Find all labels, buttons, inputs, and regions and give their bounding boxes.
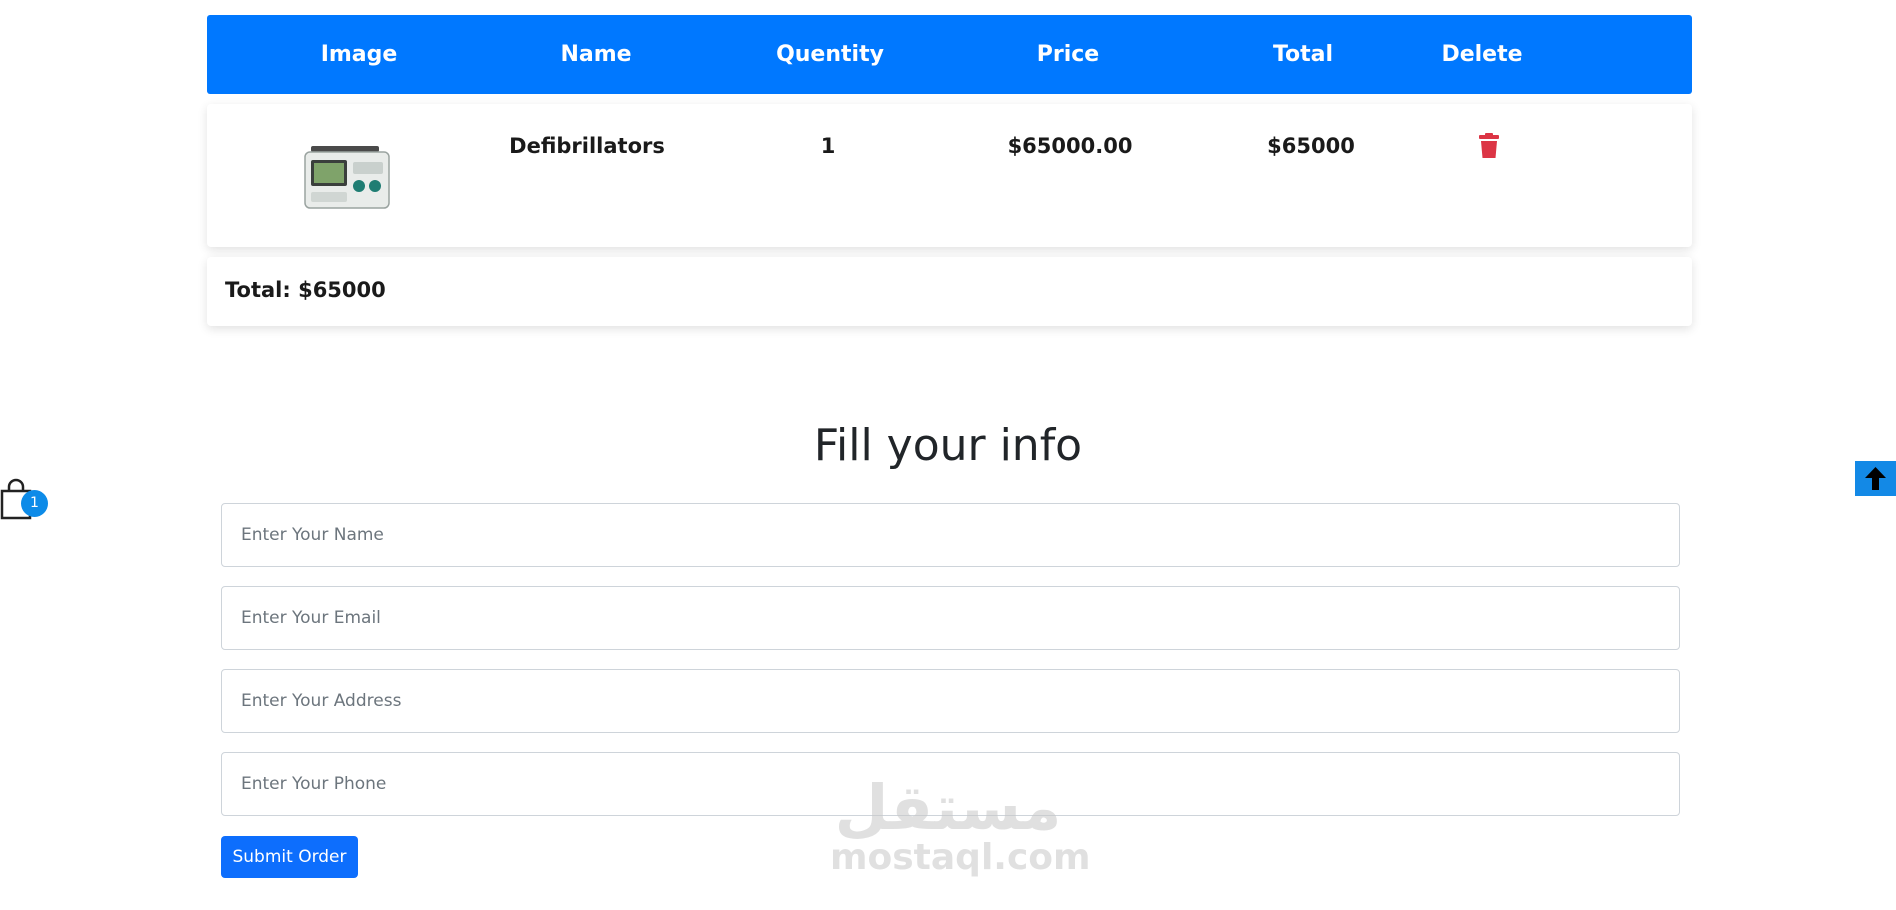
product-image [304,146,390,209]
header-image: Image [320,42,398,67]
submit-order-button[interactable]: Submit Order [221,836,358,878]
name-input[interactable] [221,503,1680,567]
header-name: Name [560,42,632,67]
cart-item-row: Defibrillators 1 $65000.00 $65000 [207,104,1692,247]
header-delete: Delete [1441,42,1523,67]
cart-count-badge[interactable]: 1 [21,490,48,517]
form-title: Fill your info [813,420,1083,471]
header-total: Total [1272,42,1334,67]
cart-total-box: Total: $65000 [207,257,1692,326]
header-price: Price [1036,42,1100,67]
header-quantity: Quentity [776,42,884,67]
address-input[interactable] [221,669,1680,733]
item-name: Defibrillators [509,134,665,158]
trash-icon[interactable] [1478,133,1500,159]
item-quantity: 1 [820,134,836,158]
arrow-up-icon[interactable] [1855,461,1896,496]
email-input[interactable] [221,586,1680,650]
phone-input[interactable] [221,752,1680,816]
watermark-text: mostaql.com [830,837,1091,878]
item-price: $65000.00 [1007,134,1133,158]
cart-table-header: Image Name Quentity Price Total Delete [207,15,1692,94]
cart-grand-total: Total: $65000 [225,278,386,302]
item-total: $65000 [1267,134,1355,158]
